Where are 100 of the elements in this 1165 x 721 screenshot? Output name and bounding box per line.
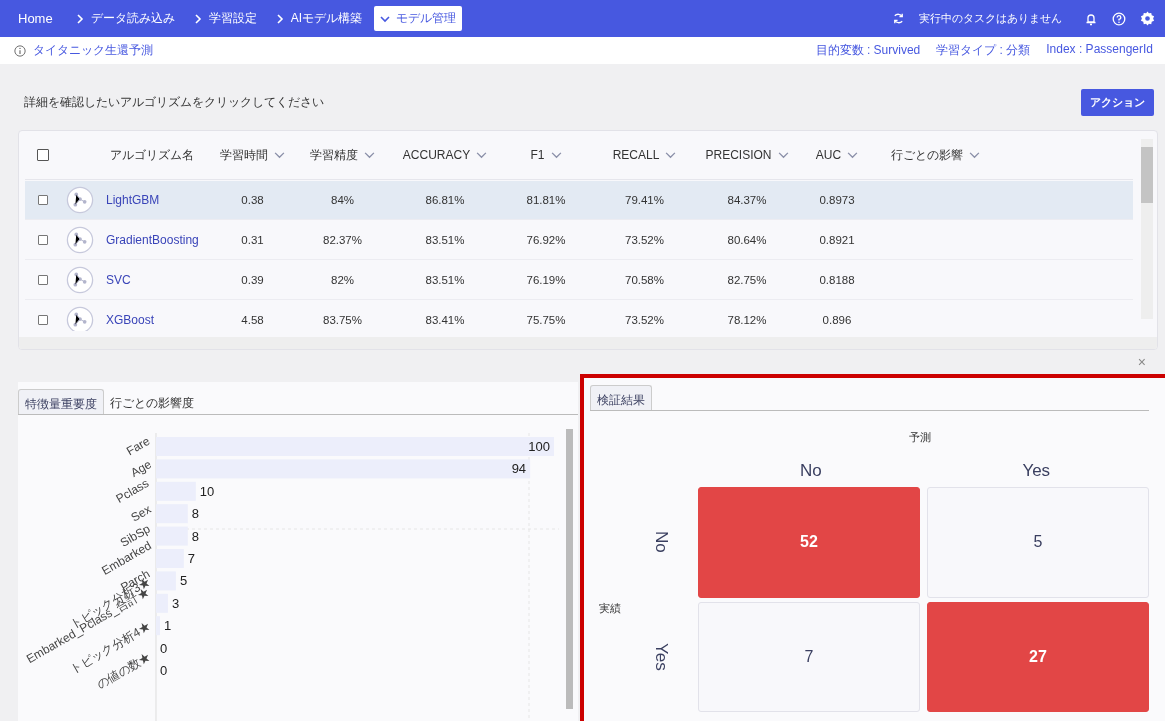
bar-value-label: 5: [179, 573, 188, 589]
algorithm-link[interactable]: XGBoost: [106, 313, 155, 327]
table-cell: 76.19%: [526, 274, 566, 286]
help-icon[interactable]: [1112, 11, 1126, 26]
class-label: No: [650, 531, 671, 554]
bar-value-label: 7: [187, 551, 196, 566]
vertical-scrollbar[interactable]: [1141, 139, 1153, 319]
panel-tab[interactable]: 特徴量重要度: [18, 389, 104, 414]
breadcrumb-item[interactable]: モデル管理: [374, 6, 463, 31]
chevron-icon: [380, 13, 391, 24]
sort-caret-icon[interactable]: [847, 151, 859, 159]
feature-label: Age: [128, 457, 154, 480]
table-row[interactable]: GradientBoosting 0.31 82.37% 83.51% 76.92% 73.52% 80.64% 0.8921: [25, 221, 1133, 260]
algorithm-link[interactable]: LightGBM: [106, 193, 160, 207]
class-label: Yes: [650, 642, 671, 671]
breadcrumb-item[interactable]: 学習設定: [186, 6, 263, 31]
table-cell: 0.39: [241, 274, 264, 286]
bar-value-label: 0: [160, 640, 168, 656]
select-all-checkbox[interactable]: [36, 149, 49, 161]
row-checkbox[interactable]: [37, 275, 48, 285]
table-cell: 81.81%: [526, 194, 566, 206]
bar-value-label: 8: [191, 506, 200, 522]
sort-caret-icon[interactable]: [777, 151, 789, 159]
feature-label: Sex: [128, 502, 154, 525]
project-title: タイタニック生還予測: [33, 42, 153, 59]
column-header[interactable]: 行ごとの影響: [891, 146, 963, 164]
instruction-text: 詳細を確認したいアルゴリズムをクリックしてください: [24, 93, 324, 111]
table-cell: 84.37%: [727, 194, 767, 206]
panel-tab[interactable]: 検証結果: [590, 385, 652, 410]
project-meta: 学習タイプ : 分類: [936, 42, 1031, 59]
table-cell: 76.92%: [526, 234, 566, 246]
table-cell: 83.41%: [425, 314, 465, 326]
table-cell: 84%: [331, 194, 354, 206]
column-header[interactable]: ACCURACY: [402, 148, 471, 162]
sort-caret-icon[interactable]: [665, 151, 677, 159]
column-header[interactable]: AUC: [815, 148, 842, 162]
class-label: Yes: [1022, 461, 1051, 480]
sort-caret-icon[interactable]: [476, 151, 488, 159]
chevron-icon: [74, 13, 85, 24]
table-row[interactable]: SVC 0.39 82% 83.51% 76.19% 70.58% 82.75% 0.8188: [25, 261, 1133, 300]
sort-caret-icon[interactable]: [274, 151, 285, 159]
matrix-cell: 5: [927, 487, 1149, 598]
breadcrumb-item[interactable]: データ読み込み: [68, 6, 181, 31]
row-checkbox[interactable]: [37, 235, 48, 245]
table-row[interactable]: LightGBM 0.38 84% 86.81% 81.81% 79.41% 84.37% 0.8973: [25, 181, 1133, 220]
table-cell: 80.64%: [727, 234, 767, 246]
bar-value-label: 94: [511, 461, 527, 477]
table-cell: 4.58: [241, 314, 264, 326]
table-cell: 86.81%: [425, 194, 465, 206]
column-header[interactable]: PRECISION: [705, 148, 772, 162]
bell-icon[interactable]: [1084, 11, 1098, 26]
table-cell: 0.8973: [819, 194, 855, 206]
bar-value-label: 1: [164, 618, 172, 634]
bar-value-label: 10: [199, 483, 215, 499]
sort-caret-icon[interactable]: [364, 151, 375, 159]
project-meta: 目的変数 : Survived: [815, 42, 921, 59]
refresh-icon[interactable]: [892, 12, 905, 25]
table-cell: 73.52%: [625, 234, 664, 246]
task-status: 実行中のタスクはありません: [919, 11, 1062, 26]
row-checkbox[interactable]: [37, 315, 48, 325]
table-cell: 0.896: [822, 314, 852, 326]
action-button[interactable]: アクション: [1081, 88, 1154, 116]
column-header[interactable]: RECALL: [612, 148, 660, 162]
column-header[interactable]: 学習精度: [310, 146, 358, 164]
settings-icon[interactable]: [1140, 11, 1155, 26]
breadcrumb-item[interactable]: Home: [12, 7, 59, 30]
sort-caret-icon[interactable]: [969, 151, 980, 159]
table-cell: 0.38: [241, 194, 264, 206]
table-cell: 75.75%: [526, 314, 566, 326]
column-header[interactable]: 学習時間: [220, 146, 268, 164]
axis-label: 実績: [599, 601, 621, 616]
matrix-cell: 52: [698, 487, 920, 598]
chevron-icon: [192, 13, 203, 24]
algorithm-link[interactable]: GradientBoosting: [106, 233, 199, 247]
table-cell: 0.8188: [819, 274, 855, 286]
row-checkbox[interactable]: [37, 195, 48, 205]
project-meta: Index : PassengerId: [1046, 42, 1153, 58]
column-header[interactable]: F1: [530, 148, 545, 162]
table-cell: 83.75%: [323, 314, 362, 326]
bar-value-label: 100: [528, 439, 550, 454]
table-cell: 73.52%: [625, 314, 664, 326]
bar-value-label: 8: [191, 528, 200, 544]
table-cell: 82.37%: [323, 234, 362, 246]
table-cell: 83.51%: [425, 274, 465, 286]
feature-label: Fare: [123, 433, 153, 459]
chevron-icon: [274, 13, 285, 24]
table-cell: 82%: [331, 274, 354, 286]
table-cell: 0.31: [241, 234, 264, 246]
sort-caret-icon[interactable]: [550, 151, 562, 159]
bar-value-label: 3: [171, 595, 180, 611]
axis-label: 予測: [908, 429, 931, 445]
matrix-cell: 7: [698, 601, 920, 712]
bar-value-label: 0: [160, 663, 168, 678]
breadcrumb-item[interactable]: AIモデル構築: [268, 6, 369, 31]
table-cell: 79.41%: [625, 194, 664, 206]
column-header[interactable]: アルゴリズム名: [110, 146, 194, 164]
vertical-scrollbar[interactable]: [566, 429, 573, 709]
panel-tab[interactable]: 行ごとの影響度: [104, 389, 200, 414]
matrix-cell: 27: [927, 601, 1149, 712]
algorithm-link[interactable]: SVC: [106, 273, 131, 287]
